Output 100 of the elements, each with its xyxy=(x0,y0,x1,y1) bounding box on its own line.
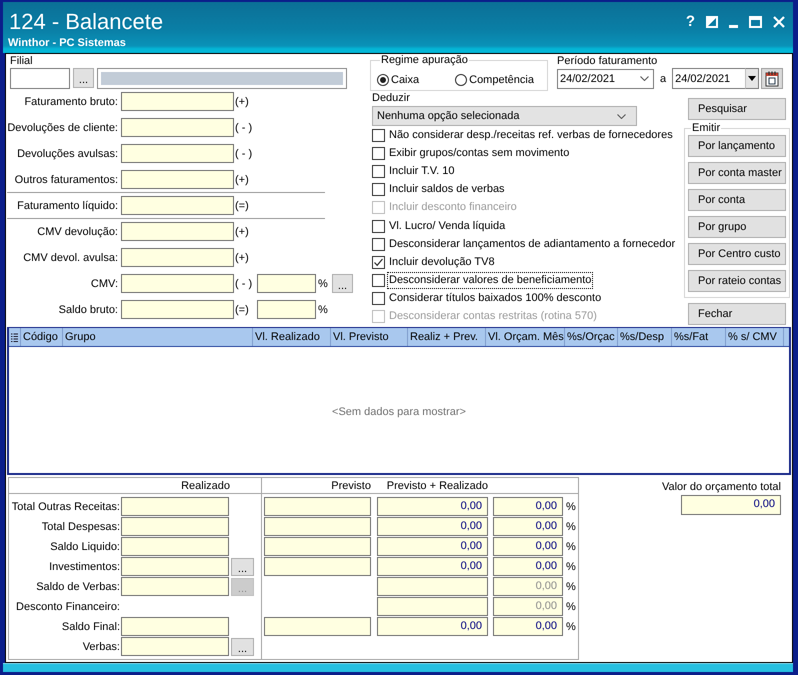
total-field[interactable]: 0,00 xyxy=(377,537,488,556)
split-square-icon[interactable] xyxy=(706,16,718,28)
checkbox[interactable] xyxy=(372,238,385,251)
amount-field[interactable] xyxy=(121,144,234,163)
checkbox[interactable] xyxy=(372,183,385,196)
amount-field[interactable] xyxy=(121,300,234,319)
realized-field[interactable] xyxy=(121,637,229,656)
total-field[interactable]: 0,00 xyxy=(377,617,488,636)
radio-label[interactable]: Caixa xyxy=(391,74,420,86)
browse-button[interactable]: ... xyxy=(332,274,353,293)
radio-button[interactable] xyxy=(377,74,389,86)
percent-sign: % xyxy=(566,600,576,613)
forecast-field[interactable] xyxy=(264,617,371,636)
percent-field[interactable] xyxy=(257,274,316,293)
list-icon[interactable] xyxy=(11,332,18,342)
column-title: Realizado xyxy=(181,480,230,492)
percent-sign: % xyxy=(318,278,329,290)
realized-field[interactable] xyxy=(121,497,229,516)
calendar-icon xyxy=(765,70,780,86)
report-button[interactable]: Por Centro custo xyxy=(688,243,786,265)
browse-button[interactable]: ... xyxy=(73,68,94,88)
maximize-icon[interactable] xyxy=(749,16,762,28)
column-header[interactable]: %s/Desp xyxy=(618,328,672,346)
column-header[interactable]: Vl. Orçam. Mês xyxy=(486,328,565,346)
column-header[interactable]: Realiz + Prev. xyxy=(408,328,486,346)
browse-button[interactable]: ... xyxy=(231,638,254,656)
percent-field[interactable]: 0,00 xyxy=(493,497,563,516)
field-label: Total Outras Receitas: xyxy=(10,500,120,513)
column-header[interactable]: Grupo xyxy=(63,328,253,346)
report-button[interactable]: Por conta master xyxy=(688,162,786,184)
amount-field[interactable] xyxy=(121,196,234,215)
percent-field[interactable]: 0,00 xyxy=(493,517,563,536)
radio-label[interactable]: Competência xyxy=(469,74,534,86)
date-field[interactable]: 24/02/2021 xyxy=(672,68,746,89)
checkbox[interactable] xyxy=(372,146,385,160)
checkbox[interactable] xyxy=(372,164,385,178)
column-header[interactable]: Código xyxy=(21,328,63,346)
amount-field[interactable] xyxy=(121,92,234,111)
amount-field[interactable] xyxy=(121,274,234,293)
search-button[interactable]: Pesquisar xyxy=(688,98,786,120)
close-button[interactable]: Fechar xyxy=(688,303,786,325)
calendar-button[interactable] xyxy=(761,68,784,89)
percent-field[interactable] xyxy=(257,300,316,319)
amount-field[interactable] xyxy=(121,170,234,189)
checkbox-label[interactable]: Incluir saldos de verbas xyxy=(387,181,507,198)
filial-code-field[interactable] xyxy=(10,68,70,89)
total-field[interactable] xyxy=(377,577,488,596)
checkbox-label[interactable]: Desconsiderar lançamentos de adiantamento a fornecedor xyxy=(387,236,678,253)
budget-field[interactable]: 0,00 xyxy=(681,495,781,516)
percent-field[interactable]: 0,00 xyxy=(493,537,563,556)
date-dropdown[interactable]: 24/02/2021 xyxy=(557,68,654,88)
group-title: Regime apuração xyxy=(380,54,469,66)
field-label: Outros faturamentos: xyxy=(14,174,118,186)
checkbox[interactable] xyxy=(372,128,385,142)
report-button[interactable]: Por lançamento xyxy=(688,135,786,157)
forecast-field[interactable] xyxy=(264,557,371,576)
percent-field[interactable]: 0,00 xyxy=(493,557,563,576)
checkbox-label[interactable]: Considerar títulos baixados 100% desconto xyxy=(387,290,604,308)
field-label: Verbas: xyxy=(82,640,120,653)
dropdown-button[interactable] xyxy=(745,68,760,89)
checkbox-label[interactable]: Incluir T.V. 10 xyxy=(387,162,456,180)
checkbox[interactable] xyxy=(372,274,385,288)
total-field[interactable]: 0,00 xyxy=(377,517,488,536)
browse-button[interactable]: ... xyxy=(231,558,254,576)
checkbox-label[interactable]: Não considerar desp./receitas ref. verbas de fornecedores xyxy=(387,126,675,144)
radio-button[interactable] xyxy=(455,74,468,86)
total-field[interactable]: 0,00 xyxy=(377,557,488,576)
filial-name-field[interactable] xyxy=(97,68,347,89)
checkbox[interactable] xyxy=(372,292,385,306)
checkbox-label[interactable]: Desconsiderar valores de beneficiamento xyxy=(387,272,594,290)
help-button[interactable]: ? xyxy=(686,15,695,29)
realized-field[interactable] xyxy=(121,537,229,556)
checkbox[interactable] xyxy=(372,256,385,269)
realized-field[interactable] xyxy=(121,557,229,576)
forecast-field[interactable] xyxy=(264,497,371,516)
total-field[interactable]: 0,00 xyxy=(377,497,488,516)
column-header[interactable]: Vl. Previsto xyxy=(331,328,408,346)
report-button[interactable]: Por rateio contas xyxy=(688,270,786,292)
report-button[interactable]: Por grupo xyxy=(688,216,786,238)
close-icon[interactable] xyxy=(773,16,785,28)
checkbox[interactable] xyxy=(372,220,385,233)
forecast-field[interactable] xyxy=(264,537,371,556)
amount-field[interactable] xyxy=(121,118,234,137)
realized-field[interactable] xyxy=(121,617,229,636)
realized-field[interactable] xyxy=(121,517,229,536)
column-header[interactable]: %s/Orçac xyxy=(565,328,618,346)
column-header[interactable]: Vl. Realizado xyxy=(253,328,331,346)
forecast-field[interactable] xyxy=(264,517,371,536)
report-button[interactable]: Por conta xyxy=(688,189,786,211)
checkbox-label[interactable]: Incluir devolução TV8 xyxy=(387,254,497,271)
column-header[interactable]: %s/Fat xyxy=(672,328,726,346)
checkbox-label[interactable]: Exibir grupos/contas sem movimento xyxy=(387,144,572,162)
amount-field[interactable] xyxy=(121,222,234,241)
amount-field[interactable] xyxy=(121,248,234,267)
deduct-dropdown[interactable]: Nenhuma opção selecionada xyxy=(372,106,637,126)
checkbox-label[interactable]: Vl. Lucro/ Venda líquida xyxy=(387,218,508,235)
percent-field[interactable]: 0,00 xyxy=(493,617,563,636)
total-field[interactable] xyxy=(377,597,488,616)
column-header[interactable]: % s/ CMV xyxy=(726,328,784,346)
realized-field[interactable] xyxy=(121,577,229,596)
